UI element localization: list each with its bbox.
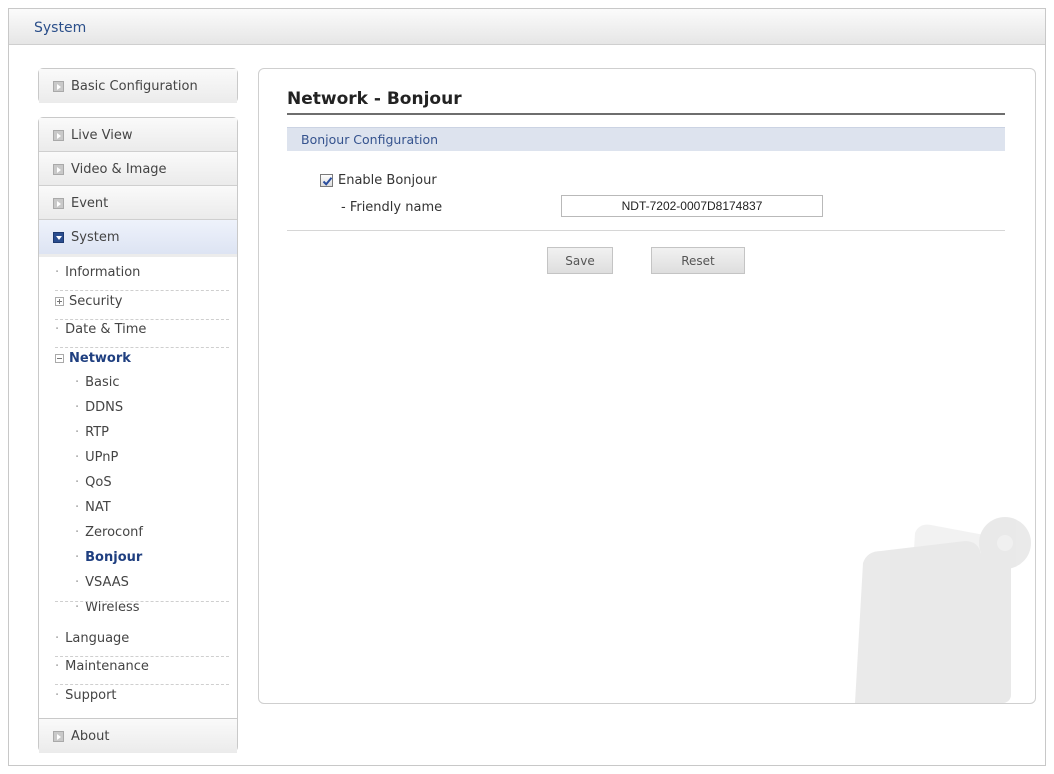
divider xyxy=(55,601,229,627)
enable-bonjour-label: Enable Bonjour xyxy=(338,173,437,188)
checkmark-icon xyxy=(322,177,333,186)
submenu-item-maintenance[interactable]: · Maintenance xyxy=(55,659,229,685)
network-item-label: UPnP xyxy=(85,450,119,465)
network-item-qos[interactable]: · QoS xyxy=(75,475,112,490)
bullet-icon: · xyxy=(75,550,80,565)
submenu-item-network[interactable]: Network xyxy=(55,351,229,371)
submenu-label: Security xyxy=(69,294,123,309)
sidebar-item-event[interactable]: Event xyxy=(39,186,237,220)
bullet-icon: · xyxy=(75,400,80,415)
friendly-name-input[interactable] xyxy=(561,195,823,217)
bullet-icon: · xyxy=(75,575,80,590)
network-item-rtp[interactable]: · RTP xyxy=(75,425,109,440)
save-button[interactable]: Save xyxy=(547,247,613,274)
basic-config-panel: Basic Configuration xyxy=(38,68,238,103)
sidebar-item-basic-configuration[interactable]: Basic Configuration xyxy=(39,69,237,103)
network-item-vsaas[interactable]: · VSAAS xyxy=(75,575,129,590)
bullet-icon: · xyxy=(75,525,80,540)
section-title: Bonjour Configuration xyxy=(301,132,439,147)
expand-plus-icon[interactable] xyxy=(55,297,64,306)
collapse-arrow-icon xyxy=(53,232,64,243)
bullet-icon: · xyxy=(75,425,80,440)
sidebar-item-about[interactable]: About xyxy=(39,719,237,753)
enable-bonjour-checkbox[interactable] xyxy=(320,174,333,187)
submenu-item-language[interactable]: · Language xyxy=(55,631,229,657)
network-item-bonjour[interactable]: · Bonjour xyxy=(75,550,142,565)
submenu-label: Language xyxy=(65,631,130,646)
bullet-icon: · xyxy=(75,450,80,465)
heading-divider xyxy=(287,113,1005,115)
network-item-label: Bonjour xyxy=(85,550,143,565)
expand-arrow-icon xyxy=(53,198,64,209)
page-title: Network - Bonjour xyxy=(287,89,462,109)
network-item-label: Basic xyxy=(85,375,120,390)
bullet-icon: · xyxy=(55,659,60,674)
network-item-nat[interactable]: · NAT xyxy=(75,500,111,515)
submenu-label: Date & Time xyxy=(65,322,147,337)
network-item-label: NAT xyxy=(85,500,111,515)
sidebar-item-label: Live View xyxy=(71,128,133,143)
expand-arrow-icon xyxy=(53,81,64,92)
network-item-label: Zeroconf xyxy=(85,525,143,540)
network-item-label: VSAAS xyxy=(85,575,129,590)
bullet-icon: · xyxy=(55,688,60,703)
page-header-title: System xyxy=(34,20,87,36)
section-header: Bonjour Configuration xyxy=(287,127,1005,151)
bullet-icon: · xyxy=(75,475,80,490)
network-item-upnp[interactable]: · UPnP xyxy=(75,450,118,465)
submenu-item-support[interactable]: · Support xyxy=(55,688,229,710)
network-item-ddns[interactable]: · DDNS xyxy=(75,400,123,415)
top-bar: System xyxy=(9,9,1045,45)
bullet-icon: · xyxy=(55,631,60,646)
sidebar-item-label: Video & Image xyxy=(71,162,167,177)
reset-button[interactable]: Reset xyxy=(651,247,745,274)
friendly-name-label: - Friendly name xyxy=(341,200,443,215)
sidebar-item-label: Event xyxy=(71,196,109,211)
network-item-label: QoS xyxy=(85,475,112,490)
expand-arrow-icon xyxy=(53,164,64,175)
bullet-icon: · xyxy=(55,322,60,337)
submenu-item-information[interactable]: · Information xyxy=(55,265,229,291)
system-submenu: · Information Security · Date & Time Netwo… xyxy=(38,257,238,719)
sidebar-item-label: About xyxy=(71,729,110,744)
collapse-minus-icon[interactable] xyxy=(55,354,64,363)
about-panel: About xyxy=(38,718,238,753)
network-item-zeroconf[interactable]: · Zeroconf xyxy=(75,525,143,540)
bullet-icon: · xyxy=(75,500,80,515)
sidebar-item-label: System xyxy=(71,230,120,245)
form-divider xyxy=(287,230,1005,231)
submenu-label: Maintenance xyxy=(65,659,149,674)
network-item-basic[interactable]: · Basic xyxy=(75,375,120,390)
submenu-item-date-time[interactable]: · Date & Time xyxy=(55,322,229,348)
sidebar-item-video-image[interactable]: Video & Image xyxy=(39,152,237,186)
submenu-label: Support xyxy=(65,688,117,703)
sidebar-item-live-view[interactable]: Live View xyxy=(39,118,237,152)
expand-arrow-icon xyxy=(53,731,64,742)
bullet-icon: · xyxy=(75,375,80,390)
network-item-label: DDNS xyxy=(85,400,124,415)
submenu-label: Information xyxy=(65,265,141,280)
network-item-label: RTP xyxy=(85,425,110,440)
submenu-label: Network xyxy=(69,351,131,366)
main-content: Network - Bonjour Bonjour Configuration … xyxy=(258,68,1036,704)
submenu-item-security[interactable]: Security xyxy=(55,294,229,320)
bullet-icon: · xyxy=(55,265,60,280)
tools-watermark-icon xyxy=(855,517,1031,703)
main-menu-panel: Live View Video & Image Event System xyxy=(38,117,238,258)
sidebar-item-label: Basic Configuration xyxy=(71,79,198,94)
expand-arrow-icon xyxy=(53,130,64,141)
sidebar-item-system[interactable]: System xyxy=(39,220,237,254)
